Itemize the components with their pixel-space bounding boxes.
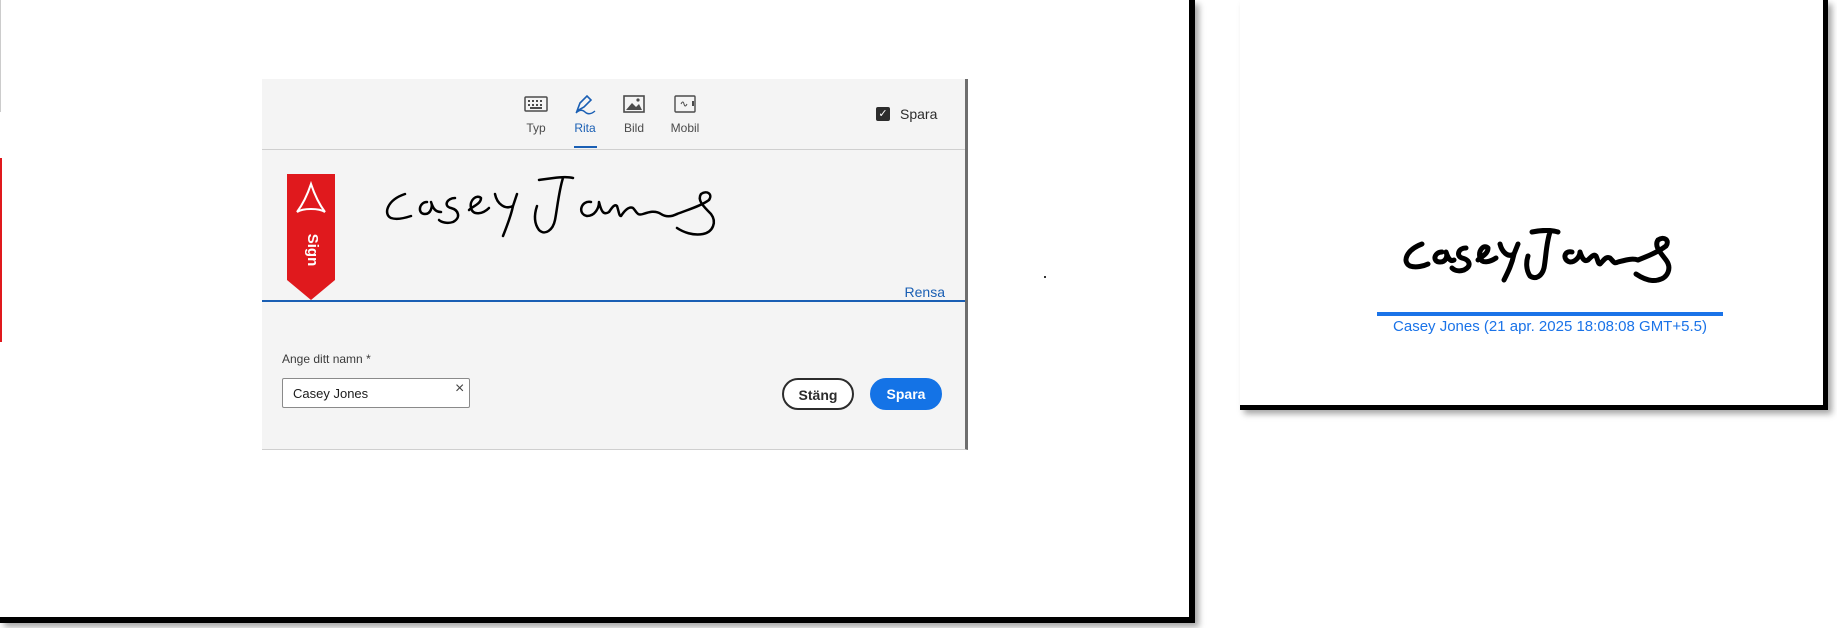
save-checkbox-label: Spara	[900, 106, 938, 122]
drawn-signature	[385, 175, 715, 238]
signature-underline	[1377, 312, 1723, 316]
preview-signature	[1403, 228, 1672, 283]
tab-mobil-label: Mobil	[670, 121, 700, 135]
required-mark: *	[366, 352, 371, 366]
save-button[interactable]: Spara	[870, 378, 942, 410]
mobile-icon	[674, 95, 696, 113]
name-label-text: Ange ditt namn	[282, 352, 363, 366]
signature-dialog: Typ Rita Bild Mobil ✓ Spara Sign Rensa A…	[262, 79, 968, 450]
tab-typ-label: Typ	[526, 121, 546, 135]
clear-input-icon[interactable]: ×	[455, 380, 464, 398]
stray-dot	[1044, 276, 1046, 278]
signature-tabs: Typ Rita Bild Mobil ✓ Spara	[262, 79, 965, 150]
red-edge-strip	[0, 158, 2, 342]
name-input[interactable]	[282, 378, 470, 408]
signature-canvas[interactable]: Sign Rensa	[262, 150, 965, 302]
tab-rita[interactable]: Rita	[563, 93, 607, 148]
signature-caption: Casey Jones (21 apr. 2025 18:08:08 GMT+5…	[1393, 318, 1707, 335]
tab-typ[interactable]: Typ	[514, 93, 558, 135]
tab-rita-label: Rita	[574, 121, 596, 135]
tab-mobil[interactable]: Mobil	[663, 93, 707, 135]
active-tab-indicator	[574, 146, 597, 148]
close-button[interactable]: Stäng	[782, 378, 854, 410]
clear-link[interactable]: Rensa	[905, 284, 945, 300]
save-checkbox[interactable]: ✓ Spara	[876, 106, 937, 122]
page-edge	[0, 0, 1, 112]
sign-flag-label: Sign	[304, 233, 321, 267]
checkbox-checked-icon[interactable]: ✓	[876, 107, 890, 121]
signature-preview-card: Casey Jones (21 apr. 2025 18:08:08 GMT+5…	[1240, 0, 1828, 410]
tab-bild-label: Bild	[623, 121, 644, 135]
tab-bild[interactable]: Bild	[612, 93, 656, 135]
pen-icon	[575, 94, 596, 115]
name-field-label: Ange ditt namn *	[282, 352, 371, 366]
keyboard-icon	[524, 96, 548, 112]
image-icon	[623, 95, 645, 113]
